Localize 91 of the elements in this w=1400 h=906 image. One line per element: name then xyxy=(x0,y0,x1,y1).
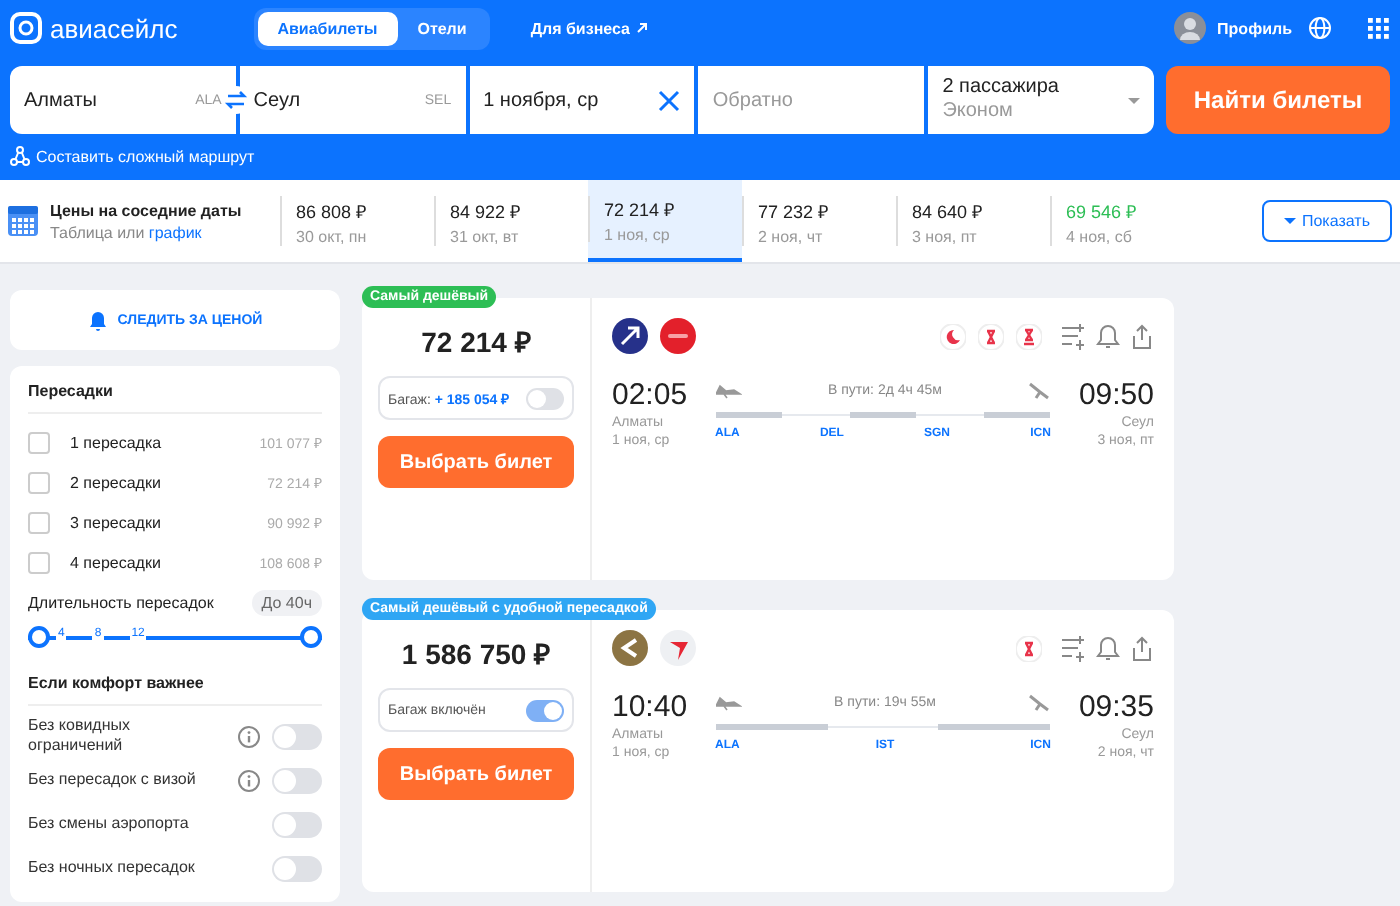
date-label: 3 ноя, пт xyxy=(912,227,979,245)
date-price-cell[interactable]: 84 922 ₽ 31 окт, вт xyxy=(434,180,588,262)
ticket-price: 1 586 750 ₽ xyxy=(401,636,551,672)
chart-link[interactable]: график xyxy=(148,223,202,241)
hourglass-icon xyxy=(978,323,1004,349)
checkbox[interactable] xyxy=(28,471,50,493)
date-label: 30 окт, пн xyxy=(296,227,367,245)
date-price-cell[interactable]: 69 546 ₽ 4 ноя, сб xyxy=(1050,180,1204,262)
tab[interactable]: Авиабилеты xyxy=(257,11,398,45)
date-price-cell[interactable]: 84 640 ₽ 3 ноя, пт xyxy=(896,180,1050,262)
date-price: 77 232 ₽ xyxy=(758,199,829,223)
share-icon[interactable] xyxy=(1130,323,1154,349)
bell-icon xyxy=(87,309,108,331)
airline-logo-icon xyxy=(612,318,648,354)
option-label: Без пересадок с визой xyxy=(28,769,198,791)
date-price: 84 922 ₽ xyxy=(450,199,521,223)
date-label: 1 ноя, ср xyxy=(604,225,672,243)
globe-icon[interactable] xyxy=(1308,16,1332,40)
logo-icon xyxy=(10,12,42,44)
select-ticket-button[interactable]: Выбрать билет xyxy=(378,436,574,488)
toggle-switch[interactable] xyxy=(272,723,322,749)
info-icon[interactable] xyxy=(238,725,260,747)
departure-date-field[interactable]: 1 ноября, ср xyxy=(469,66,695,134)
date-price-cell[interactable]: 86 808 ₽ 30 окт, пн xyxy=(280,180,434,262)
show-button[interactable]: Показать xyxy=(1261,200,1392,242)
route-icon xyxy=(10,146,30,166)
slider-thumb[interactable] xyxy=(28,626,50,648)
add-to-list-icon[interactable] xyxy=(1062,323,1086,349)
filter-label: Длительность пересадок xyxy=(28,594,214,612)
checkbox[interactable] xyxy=(28,511,50,533)
profile-link[interactable]: Профиль xyxy=(1217,19,1292,37)
arrival-time: 09:50 xyxy=(1078,378,1154,412)
date-price: 72 214 ₽ xyxy=(604,197,675,221)
departure-time: 10:40 xyxy=(612,690,688,724)
date-price: 84 640 ₽ xyxy=(912,199,983,223)
toggle-switch[interactable] xyxy=(272,811,322,837)
slider-thumb[interactable] xyxy=(300,626,322,648)
bell-icon[interactable] xyxy=(1096,635,1120,661)
info-icon[interactable] xyxy=(238,769,260,791)
date-price: 69 546 ₽ xyxy=(1066,199,1137,223)
passengers-field[interactable]: 2 пассажира Эконом xyxy=(928,66,1154,134)
airline-logo-icon xyxy=(612,630,648,666)
moon-icon xyxy=(940,323,966,349)
complex-route-link[interactable]: Составить сложный маршрут xyxy=(36,147,255,165)
airline-logo-icon xyxy=(660,318,696,354)
checkbox[interactable] xyxy=(28,551,50,573)
ticket-price: 72 214 ₽ xyxy=(421,324,531,360)
duration-value: До 40ч xyxy=(251,590,322,616)
avatar-icon[interactable] xyxy=(1173,12,1206,44)
option-label: 2 пересадки xyxy=(70,473,161,491)
select-ticket-button[interactable]: Выбрать билет xyxy=(378,748,574,800)
logo-text: авиасейлс xyxy=(50,13,178,43)
toggle-switch[interactable] xyxy=(272,767,322,793)
external-link-icon xyxy=(634,20,650,36)
bell-icon[interactable] xyxy=(1096,323,1120,349)
option-label: 1 пересадка xyxy=(70,433,162,451)
section-title: Цены на соседние даты xyxy=(50,201,242,219)
date-price-cell[interactable]: 72 214 ₽ 1 ноя, ср xyxy=(588,180,742,262)
date-label: 2 ноя, чт xyxy=(758,227,825,245)
date-price: 86 808 ₽ xyxy=(296,199,367,223)
share-icon[interactable] xyxy=(1130,635,1154,661)
caret-icon xyxy=(1283,218,1296,224)
toggle-switch[interactable] xyxy=(526,387,564,409)
tab[interactable]: Отели xyxy=(397,11,487,45)
departure-time: 02:05 xyxy=(612,378,688,412)
option-label: Без ночных пересадок xyxy=(28,857,197,879)
date-price-cell[interactable]: 77 232 ₽ 2 ноя, чт xyxy=(742,180,896,262)
date-label: 4 ноя, сб xyxy=(1066,227,1134,245)
option-label: 4 пересадки xyxy=(70,553,161,571)
checkbox[interactable] xyxy=(28,431,50,453)
hourglass-icon xyxy=(1016,635,1042,661)
return-date-field[interactable]: Обратно xyxy=(698,66,925,134)
chart-view-text: Таблица или график xyxy=(50,223,204,241)
option-label: Без ковидных ограничений xyxy=(28,715,133,757)
airline-logo-icon xyxy=(660,630,696,666)
date-label: 31 окт, вт xyxy=(450,227,521,245)
filter-title: Пересадки xyxy=(28,382,322,414)
caret-icon xyxy=(1127,97,1140,103)
add-to-list-icon[interactable] xyxy=(1062,635,1086,661)
filter-title: Если комфорт важнее xyxy=(28,674,322,706)
apps-grid-icon[interactable] xyxy=(1368,17,1390,39)
calendar-icon xyxy=(8,206,38,236)
toggle-switch[interactable] xyxy=(526,699,564,721)
search-button[interactable]: Найти билеты xyxy=(1166,66,1390,134)
toggle-switch[interactable] xyxy=(272,855,322,881)
option-label: 3 пересадки xyxy=(70,513,161,531)
close-icon[interactable] xyxy=(658,89,681,111)
hourglass-icon xyxy=(1016,323,1042,349)
option-label: Без смены аэропорта xyxy=(28,813,191,835)
arrival-time: 09:35 xyxy=(1078,690,1154,724)
business-link[interactable]: Для бизнеса xyxy=(530,19,650,37)
